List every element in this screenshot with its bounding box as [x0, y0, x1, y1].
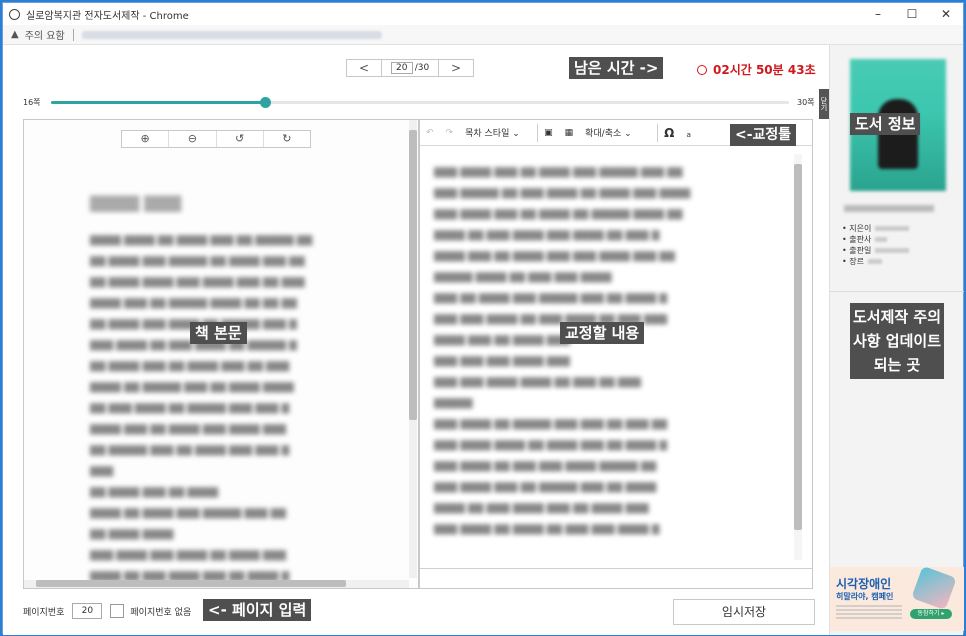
page-number-input[interactable]: 20 [72, 603, 103, 619]
remaining-time: 02시간 50분 43초 [697, 61, 816, 78]
progress-fill [51, 101, 265, 104]
sidebar-close-tab[interactable]: 닫기 [819, 89, 829, 119]
book-heading-blurred: ▇▇▇▇ ▇▇▇ [90, 193, 182, 212]
book-vertical-scrollbar[interactable] [409, 120, 417, 578]
page-indicator: 20 /30 [381, 60, 439, 76]
campaign-banner[interactable]: 시각장애인 히말라야, 캠페인 동참하기 ▸ [830, 567, 964, 631]
temp-save-button[interactable]: 임시저장 [673, 599, 815, 625]
table-icon[interactable]: ▦ [559, 128, 580, 138]
progress-start-label: 16쪽 [23, 98, 41, 107]
editor-vertical-scrollbar[interactable] [794, 154, 802, 560]
url-blurred[interactable] [81, 30, 382, 39]
notice-annotation: 도서제작 주의사항 업데이트 되는 곳 [850, 303, 944, 379]
rotate-left-icon[interactable]: ↺ [217, 131, 264, 147]
undo-icon[interactable]: ↶ [420, 128, 440, 138]
redo-icon[interactable]: ↷ [440, 128, 460, 138]
timer-annotation: 남은 시간 -> [569, 57, 664, 79]
zoom-out-icon[interactable]: ⊖ [169, 131, 217, 147]
book-vertical-thumb[interactable] [409, 130, 417, 420]
banner-text-blurred [836, 605, 902, 619]
book-toolbar: ⊕ ⊖ ↺ ↻ [121, 130, 311, 148]
book-panel-annotation: 책 본문 [190, 322, 247, 344]
zoom-select[interactable]: 확대/축소 ⌄ [579, 126, 657, 139]
book-text-panel: ⊕ ⊖ ↺ ↻ ▇▇▇▇ ▇▇▇ ▇▇▇▇ ▇▇▇▇ ▇▇ ▇▇▇▇ ▇▇▇ ▇… [23, 119, 419, 589]
remaining-time-value: 02시간 50분 43초 [713, 63, 816, 77]
zoom-select-value: 확대/축소 [585, 129, 622, 139]
main-area: < 20 /30 > 남은 시간 -> 02시간 50분 43초 16쪽 30쪽… [3, 45, 829, 635]
no-page-number-checkbox[interactable] [110, 604, 125, 618]
meta-genre: • 장르 [842, 256, 909, 267]
clock-icon [697, 64, 707, 75]
page-number-label: 페이지번호 [23, 607, 65, 618]
close-button[interactable]: ✕ [929, 3, 963, 25]
editor-bottom-border [420, 568, 812, 569]
progress-knob[interactable] [260, 97, 271, 108]
book-info-annotation: 도서 정보 [850, 113, 921, 135]
window-title: 실로암복지관 전자도서제작 - Chrome [26, 10, 189, 22]
meta-author: • 지은이 [842, 223, 910, 234]
rotate-right-icon[interactable]: ↻ [264, 131, 310, 147]
browser-window: 실로암복지관 전자도서제작 - Chrome – ☐ ✕ ▲ 주의 요함 < 2… [2, 2, 964, 635]
banner-button[interactable]: 동참하기 ▸ [910, 609, 952, 619]
title-bar: 실로암복지관 전자도서제작 - Chrome – ☐ ✕ [3, 3, 963, 25]
maximize-button[interactable]: ☐ [895, 3, 929, 25]
book-body-blurred: ▇▇▇▇ ▇▇▇▇ ▇▇ ▇▇▇▇ ▇▇▇ ▇▇ ▇▇▇▇▇ ▇▇ ▇▇ ▇▇▇… [90, 235, 313, 582]
current-page-input[interactable]: 20 [390, 62, 413, 74]
progress-end-label: 30쪽 [797, 98, 815, 107]
banner-decoration [911, 567, 957, 611]
editor-vertical-thumb[interactable] [794, 164, 802, 530]
total-pages: /30 [414, 63, 430, 73]
book-horizontal-scrollbar[interactable] [24, 580, 409, 588]
editor-content-blurred[interactable]: ▇▇▇ ▇▇▇▇ ▇▇▇ ▇▇ ▇▇▇▇ ▇▇▇ ▇▇▇▇▇ ▇▇▇ ▇▇ ▇▇… [434, 162, 790, 540]
page-number-controls: 페이지번호 20 페이지번호 없음 [23, 603, 191, 619]
banner-title: 시각장애인 [836, 577, 892, 591]
security-warning[interactable]: 주의 요함 [25, 27, 65, 42]
book-title-blurred [844, 205, 934, 212]
prev-page-button[interactable]: < [347, 60, 381, 76]
editor-panel: ↶ ↷ 목차 스타일 ⌄ ▣ ▦ 확대/축소 ⌄ Ω ₐ <-교정툴 ▇▇▇ ▇… [419, 119, 813, 589]
sidebar-divider [830, 291, 964, 292]
meta-pubdate: • 출판일 [842, 245, 910, 256]
style-select-value: 목차 스타일 [465, 129, 510, 139]
page-navigator: < 20 /30 > [346, 59, 474, 77]
omega-icon[interactable]: Ω [658, 126, 680, 140]
next-page-button[interactable]: > [439, 60, 473, 76]
address-separator [72, 28, 74, 41]
image-icon[interactable]: ▣ [538, 128, 559, 138]
minimize-button[interactable]: – [861, 3, 895, 25]
browser-icon [9, 8, 20, 20]
address-bar[interactable]: ▲ 주의 요함 [3, 25, 963, 45]
meta-publisher: • 출판사 [842, 234, 909, 245]
book-horizontal-thumb[interactable] [36, 580, 346, 587]
book-info-sidebar: 도서 정보 • 지은이 • 출판사 • 출판일 • 장르 도서제작 주의사항 업… [829, 45, 964, 635]
editor-toolbar-annotation: <-교정툴 [730, 124, 797, 146]
zoom-in-icon[interactable]: ⊕ [122, 131, 170, 147]
progress-slider[interactable]: 16쪽 30쪽 [3, 95, 829, 109]
style-select[interactable]: 목차 스타일 ⌄ [459, 126, 537, 139]
special-char-icon[interactable]: ₐ [680, 126, 697, 140]
editor-annotation: 교정할 내용 [560, 322, 645, 344]
book-meta: • 지은이 • 출판사 • 출판일 • 장르 [842, 223, 910, 267]
no-page-number-label: 페이지번호 없음 [130, 607, 192, 618]
warning-icon: ▲ [11, 29, 19, 40]
page-input-annotation: <- 페이지 입력 [203, 599, 312, 621]
banner-subtitle: 히말라야, 캠페인 [836, 592, 894, 601]
window-controls: – ☐ ✕ [861, 3, 963, 25]
